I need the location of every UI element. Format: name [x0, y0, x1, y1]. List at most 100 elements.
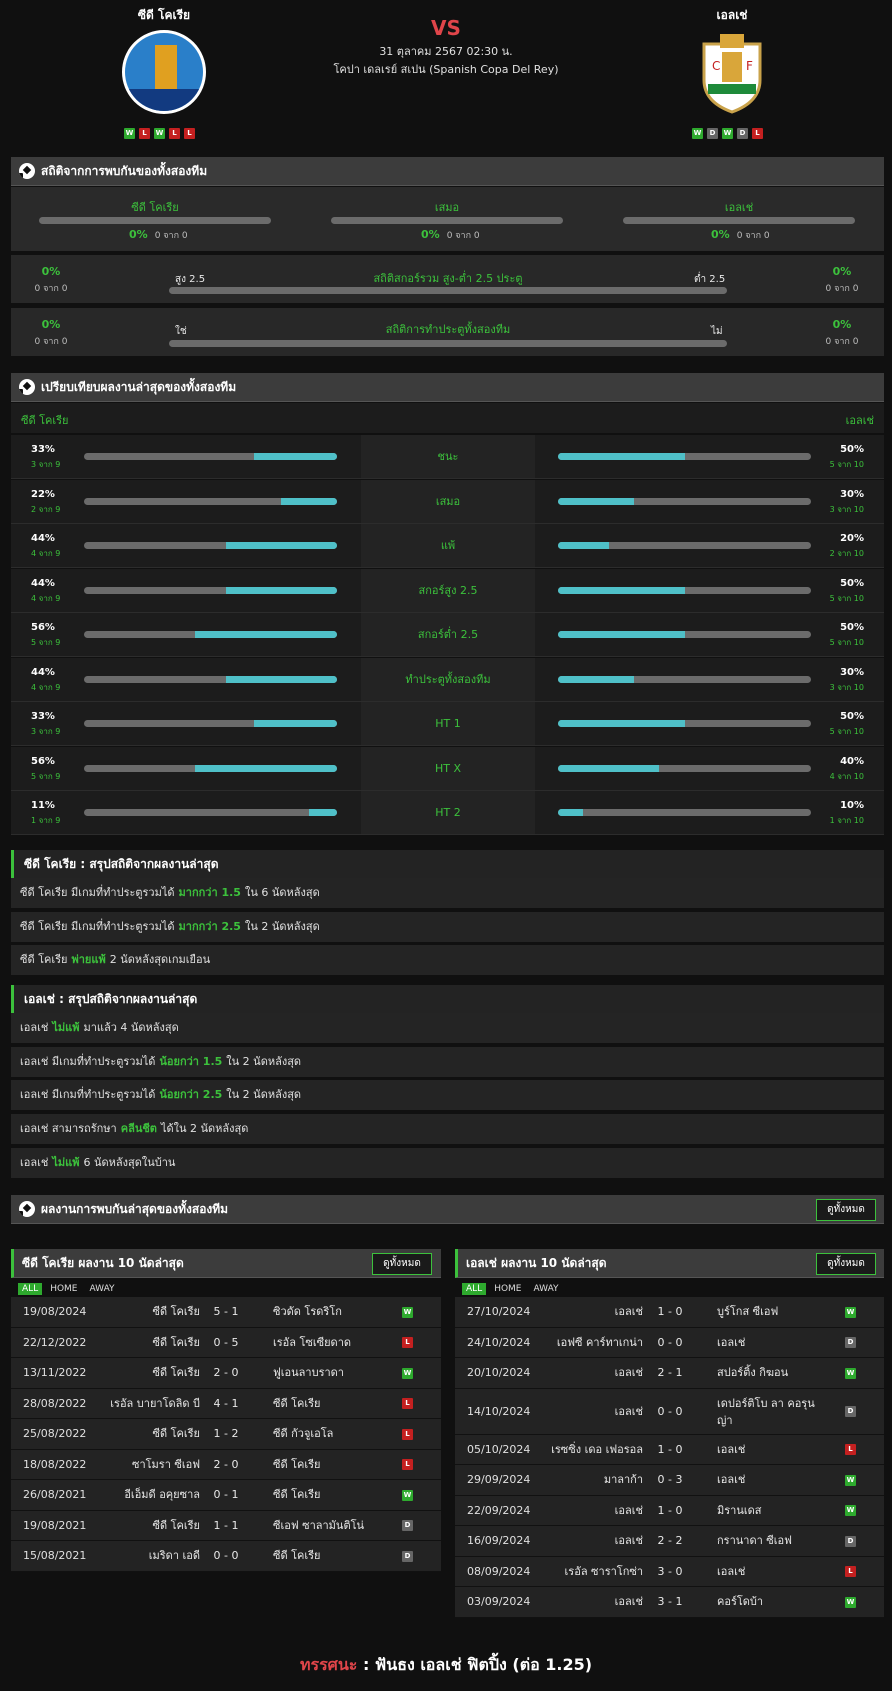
compare-away-pct: 30% [840, 488, 864, 500]
summary-text: เอลเช่ [20, 1155, 49, 1169]
match-away: ซีดี โคเรีย [273, 1488, 321, 1501]
tab-home[interactable]: HOME [490, 1283, 525, 1295]
ou-right-label: ต่ำ 2.5 [694, 274, 726, 285]
match-row[interactable]: 28/08/2022 เรอัล บายาโดลิด บี 4 - 1 ซีดี โค… [11, 1388, 441, 1419]
summary-highlight: น้อยกว่า 2.5 [159, 1088, 223, 1102]
match-date: 16/09/2024 [467, 1534, 531, 1547]
match-row[interactable]: 26/08/2021 อีเอ็มดี อคุยซาล 0 - 1 ซีดี โคเร… [11, 1480, 441, 1511]
match-date: 20/10/2024 [467, 1366, 531, 1379]
h2h-home-label: ซีดี โคเรีย [131, 201, 179, 214]
soccer-ball-icon [19, 1201, 35, 1217]
match-away: ซีดี โคเรีย [273, 1457, 321, 1471]
tab-all[interactable]: ALL [18, 1283, 43, 1295]
away-team-name: เอลเช่ [716, 8, 748, 22]
match-row[interactable]: 27/10/2024 เอลเช่ 1 - 0 บูร์โกส ซีเอฟ W [455, 1297, 884, 1328]
match-row[interactable]: 03/09/2024 เอลเช่ 3 - 1 คอร์โดบ้า W [455, 1587, 884, 1618]
match-home: เอลเช่ [614, 1534, 643, 1547]
result-badge: W [845, 1306, 856, 1318]
compare-home-bar [84, 631, 337, 638]
match-date: 22/12/2022 [23, 1335, 87, 1349]
compare-home-fill [309, 809, 337, 816]
match-row[interactable]: 19/08/2021 ซีดี โคเรีย 1 - 1 ซีเอฟ ซาลามันต… [11, 1510, 441, 1541]
recent-h2h-header: ผลงานการพบกันล่าสุดของทั้งสองทีม [11, 1195, 884, 1224]
tab-away[interactable]: AWAY [86, 1283, 119, 1295]
btts-title: สถิติการทำประตูทั้งสองทีม [385, 323, 511, 336]
tab-home[interactable]: HOME [46, 1283, 81, 1295]
compare-home-pct: 56% [31, 622, 55, 633]
summary-row: เอลเช่ มีเกมที่ทำประตูรวมได้ น้อยกว่า 2.5… [11, 1080, 884, 1111]
form-badge: L [752, 128, 763, 139]
compare-home-bar [84, 453, 337, 460]
match-row[interactable]: 22/09/2024 เอลเช่ 1 - 0 มิรานเดส W [455, 1495, 884, 1526]
h2h-away-pct: 0% [711, 228, 730, 241]
match-date: 05/10/2024 [467, 1442, 531, 1456]
tab-all[interactable]: ALL [462, 1283, 487, 1295]
match-date: 15/08/2021 [23, 1549, 87, 1562]
compare-home-bar [84, 720, 337, 727]
compare-row: 56% 5 จาก 9 สกอร์ต่ำ 2.5 50% 5 จาก 10 [11, 613, 884, 657]
compare-away-fill [558, 809, 584, 816]
match-row[interactable]: 05/10/2024 เรซซิ่ง เดอ เฟอรอล 1 - 0 เอลเช่ L [455, 1434, 884, 1465]
match-row[interactable]: 22/12/2022 ซีดี โคเรีย 0 - 5 เรอัล โซเซียดา… [11, 1327, 441, 1358]
competition: โคปา เดลเรย์ สเปน (Spanish Copa Del Rey) [333, 63, 559, 76]
match-row[interactable]: 16/09/2024 เอลเช่ 2 - 2 กรานาดา ซีเอฟ D [455, 1526, 884, 1557]
result-badge: L [402, 1337, 413, 1349]
compare-title: เปรียบเทียบผลงานล่าสุดของทั้งสองทีม [41, 379, 237, 394]
compare-home-count: 5 จาก 9 [31, 771, 61, 781]
compare-away-bar [558, 542, 811, 549]
match-row[interactable]: 18/08/2022 ซาโมรา ซีเอฟ 2 - 0 ซีดี โคเรีย L [11, 1449, 441, 1480]
compare-row-label: HT 1 [361, 702, 535, 745]
match-date: 26/08/2021 [23, 1488, 87, 1501]
match-score: 1 - 2 [213, 1427, 239, 1440]
compare-home-bar [84, 497, 337, 505]
match-score: 2 - 0 [213, 1366, 239, 1379]
match-score: 0 - 0 [657, 1404, 683, 1418]
match-row[interactable]: 08/09/2024 เรอัล ซาราโกซ่า 3 - 0 เอลเช่ L [455, 1556, 884, 1587]
recent-h2h-view-all-button[interactable]: ดูทั้งหมด [816, 1199, 876, 1221]
match-row[interactable]: 15/08/2021 เมริดา เอดี 0 - 0 ซีดี โคเรีย D [11, 1541, 441, 1572]
compare-away-bar [558, 720, 811, 727]
match-score: 3 - 0 [657, 1564, 683, 1578]
match-score: 0 - 0 [213, 1549, 239, 1562]
vs-label: VS [431, 16, 461, 40]
match-home: อีเอ็มดี อคุยซาล [124, 1488, 200, 1501]
btts-panel: 0% 0 จาก 0 ใช่ สถิติการทำประตูทั้งสองทีม… [11, 308, 884, 356]
compare-team-labels: ซีดี โคเรีย เอลเช่ [11, 403, 884, 433]
compare-away-fill [558, 720, 685, 727]
match-row[interactable]: 19/08/2024 ซีดี โคเรีย 5 - 1 ซิวดัด โรดริโก… [11, 1297, 441, 1328]
summary-text: ได้ใน 2 นัดหลังสุด [160, 1122, 249, 1136]
h2h-stats-title: สถิติจากการพบกันของทั้งสองทีม [41, 163, 208, 178]
compare-home-count: 3 จาก 9 [31, 460, 61, 469]
ou-title: สถิติสกอร์รวม สูง-ต่ำ 2.5 ประตู [373, 272, 523, 285]
summary-row: ซีดี โคเรีย มีเกมที่ทำประตูรวมได้ มากกว่า… [11, 878, 884, 908]
compare-away-bar [558, 764, 811, 772]
match-row[interactable]: 13/11/2022 ซีดี โคเรีย 2 - 0 ฟูเอนลาบราดา W [11, 1358, 441, 1389]
compare-row: 44% 4 จาก 9 แพ้ 20% 2 จาก 10 [11, 524, 884, 568]
h2h-draw-label: เสมอ [434, 201, 460, 214]
match-row[interactable]: 29/09/2024 มาลาก้า 0 - 3 เอลเช่ W [455, 1465, 884, 1496]
match-date: 13/11/2022 [23, 1366, 87, 1379]
compare-home-fill [225, 675, 337, 683]
match-score: 0 - 3 [657, 1473, 683, 1486]
btts-left-label: ใช่ [175, 326, 187, 337]
tab-away[interactable]: AWAY [530, 1283, 563, 1295]
compare-home-fill [195, 764, 337, 772]
compare-away-count: 5 จาก 10 [829, 638, 864, 647]
match-away: เอลเช่ [717, 1564, 746, 1578]
summary-row: เอลเช่ ไม่แพ้ 6 นัดหลังสุดในบ้าน [11, 1147, 884, 1178]
match-row[interactable]: 25/08/2022 ซีดี โคเรีย 1 - 2 ซีดี กัวจูเอโล… [11, 1419, 441, 1450]
form-badge: D [707, 128, 718, 139]
summary-row: เอลเช่ สามารถรักษา คลีนชีต ได้ใน 2 นัดหลัง… [11, 1114, 884, 1145]
home-last10-view-all-button[interactable]: ดูทั้งหมด [372, 1253, 432, 1275]
match-home: ซีดี โคเรีย [152, 1427, 201, 1440]
ou-right-pct: 0% [832, 265, 852, 278]
match-row[interactable]: 14/10/2024 เอลเช่ 0 - 0 เดปอร์ติโบ ลา คอรุน… [455, 1388, 884, 1435]
summary-row: ซีดี โคเรีย พ่ายแพ้ 2 นัดหลังสุดเกมเยือน [11, 945, 884, 976]
match-row[interactable]: 20/10/2024 เอลเช่ 2 - 1 สปอร์ติ้ง กิฆอน W [455, 1358, 884, 1389]
match-home: เอฟซี คาร์ทาเกน่า [556, 1335, 643, 1349]
home-team-name: ซีดี โคเรีย [137, 8, 191, 22]
match-row[interactable]: 24/10/2024 เอฟซี คาร์ทาเกน่า 0 - 0 เอลเช่ D [455, 1327, 884, 1358]
match-score: 0 - 5 [213, 1335, 239, 1349]
h2h-home-stat: 0% 0 จาก 0 [129, 228, 188, 242]
away-last10-view-all-button[interactable]: ดูทั้งหมด [816, 1253, 876, 1275]
